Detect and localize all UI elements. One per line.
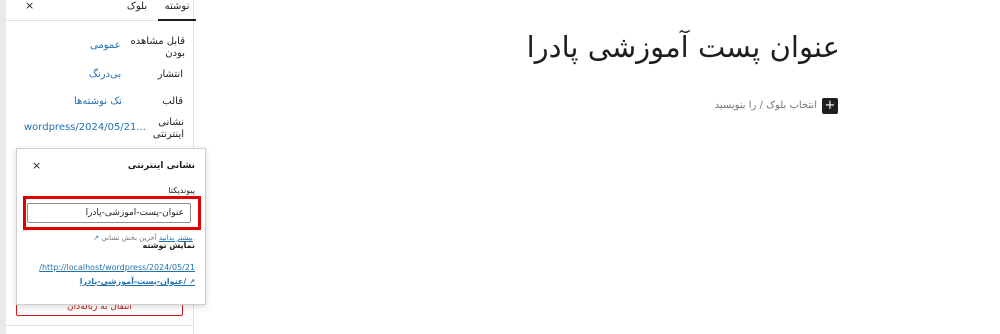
- slug-input[interactable]: [27, 203, 191, 223]
- sidebar-tabbar: نوشته بلوک ×: [6, 0, 196, 21]
- template-label: قالب: [162, 96, 183, 107]
- sidebar-edge: [0, 0, 6, 334]
- visibility-label: قابل مشاهده بودن: [130, 36, 185, 59]
- permalink-popover: نشانی اینترنتی × پیوندیکتا ↗ بیشتر بدانی…: [16, 148, 206, 305]
- view-post-label: نمایش نوشته: [142, 241, 195, 250]
- popover-title: نشانی اینترنتی: [127, 161, 195, 171]
- publish-label: انتشار: [157, 69, 183, 80]
- visibility-value[interactable]: عمومی: [90, 40, 121, 52]
- appender-placeholder: انتخاب بلوک / را بنویسید: [714, 100, 817, 111]
- external-link-icon: ↗: [93, 234, 100, 242]
- plus-icon[interactable]: +: [822, 98, 838, 114]
- post-url-link[interactable]: /http://localhost/wordpress/2024/05/21: [39, 263, 195, 272]
- permalink-label: پیوندیکتا: [168, 186, 195, 195]
- url-label: نشانی اینترنتی: [152, 117, 184, 140]
- tab-post[interactable]: نوشته: [158, 0, 196, 21]
- block-appender[interactable]: + انتخاب بلوک / را بنویسید: [700, 98, 838, 114]
- template-value[interactable]: تک نوشته‌ها: [74, 96, 122, 108]
- publish-value[interactable]: بی‌درنگ: [89, 69, 121, 81]
- close-icon[interactable]: ×: [25, 0, 34, 12]
- post-url-slug-text: عنوان-پست-آموزشی-پادرا/: [79, 277, 187, 286]
- close-icon[interactable]: ×: [32, 159, 41, 172]
- post-title[interactable]: عنوان پست آموزشی پادرا: [520, 30, 840, 64]
- sidebar-divider: [6, 325, 193, 326]
- url-value[interactable]: wordpress/2024/05/21...: [24, 122, 146, 134]
- external-link-icon: ↗: [189, 278, 195, 286]
- tab-block[interactable]: بلوک: [121, 0, 153, 19]
- post-url-link-slug[interactable]: عنوان-پست-آموزشی-پادرا/ ↗: [80, 277, 195, 286]
